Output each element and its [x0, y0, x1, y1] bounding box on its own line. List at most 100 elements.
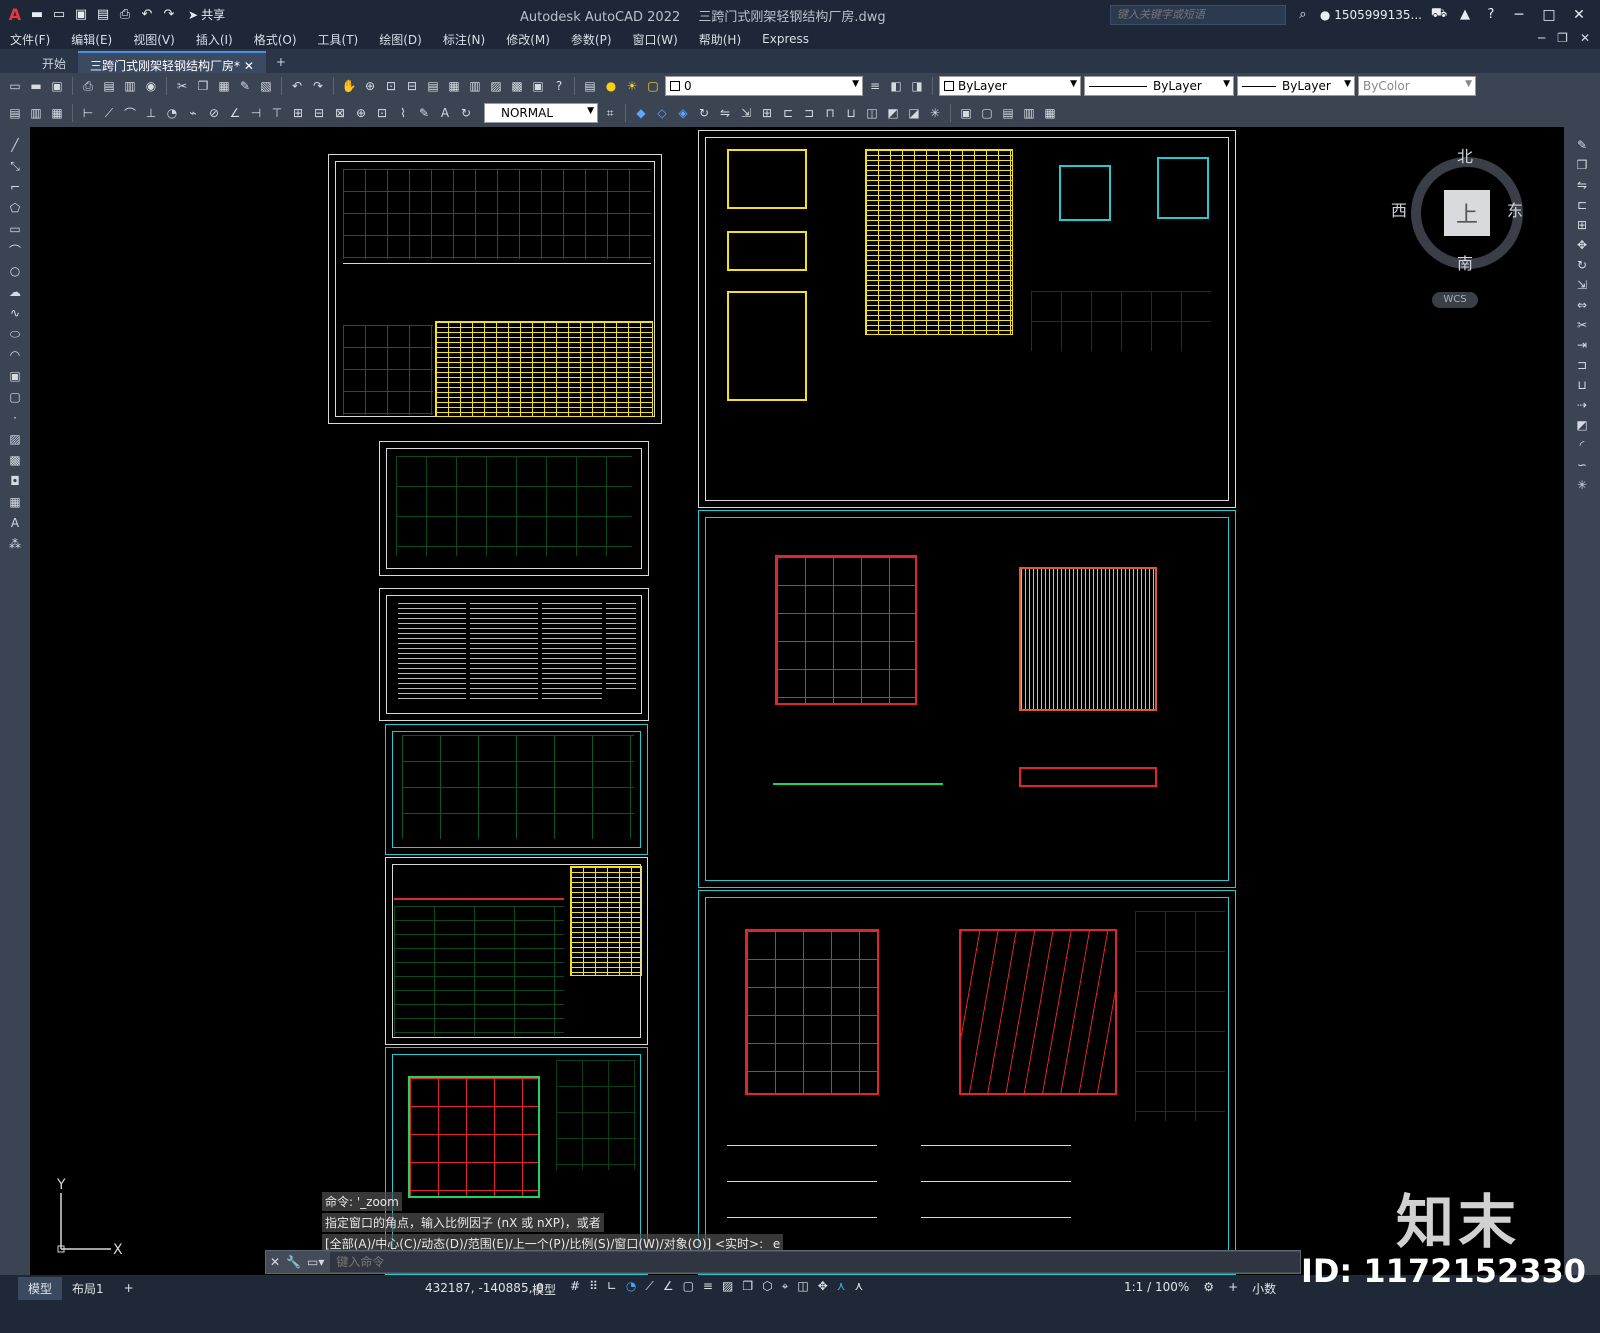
- menu-file[interactable]: 文件(F): [10, 31, 50, 48]
- preview-icon[interactable]: ▤: [100, 77, 118, 95]
- tolerance-icon[interactable]: ⊠: [331, 104, 349, 122]
- offset-icon[interactable]: ⊏: [1573, 197, 1591, 213]
- design-center-icon[interactable]: ▦: [445, 77, 463, 95]
- viewcube-east[interactable]: 东: [1507, 197, 1523, 221]
- modify-extend-icon[interactable]: ⊓: [821, 104, 839, 122]
- revision-cloud-icon[interactable]: ☁: [6, 284, 24, 300]
- construction-line-icon[interactable]: ⤡: [6, 158, 24, 174]
- jogged-linear-icon[interactable]: ⌇: [394, 104, 412, 122]
- search-input[interactable]: [1109, 4, 1286, 25]
- cut-icon[interactable]: ✂: [173, 77, 191, 95]
- baseline-dim-icon[interactable]: ⊤: [268, 104, 286, 122]
- menu-insert[interactable]: 插入(I): [196, 31, 233, 48]
- 3d-osnap-icon[interactable]: ⬡: [762, 1279, 772, 1294]
- plot-icon[interactable]: ⎙: [79, 77, 97, 95]
- new-icon[interactable]: ▬: [28, 6, 46, 24]
- app-menu-icon[interactable]: A: [6, 5, 24, 24]
- blend-curves-icon[interactable]: ∽: [1573, 457, 1591, 473]
- save-icon[interactable]: ▣: [48, 77, 66, 95]
- drawing-sheet[interactable]: [385, 857, 648, 1045]
- help-icon[interactable]: ?: [1482, 6, 1500, 24]
- menu-dimension[interactable]: 标注(N): [443, 31, 485, 48]
- image-icon[interactable]: ▦: [1041, 104, 1059, 122]
- mtext-icon[interactable]: A: [6, 515, 24, 531]
- annotation-scale[interactable]: 1:1 / 100%: [1124, 1280, 1189, 1297]
- selection-cycling-icon[interactable]: ❐: [742, 1279, 753, 1294]
- drawing-sheet[interactable]: [379, 588, 649, 721]
- rectangle-icon[interactable]: ▭: [6, 221, 24, 237]
- new-tab-button[interactable]: +: [266, 51, 296, 73]
- units-select[interactable]: 小数: [1252, 1280, 1276, 1297]
- point-icon[interactable]: ·: [6, 410, 24, 426]
- zoom-realtime-icon[interactable]: ⊕: [361, 77, 379, 95]
- layer-state-icon[interactable]: ◨: [908, 77, 926, 95]
- modify-trim-icon[interactable]: ⊐: [800, 104, 818, 122]
- continue-dim-icon[interactable]: ⊞: [289, 104, 307, 122]
- menu-format[interactable]: 格式(O): [254, 31, 297, 48]
- jogged-dim-icon[interactable]: ⌁: [184, 104, 202, 122]
- angular-dim-icon[interactable]: ∠: [226, 104, 244, 122]
- viewcube[interactable]: 上 北 南 东 西 WCS: [1391, 135, 1537, 315]
- break-at-point-icon[interactable]: ⊐: [1573, 357, 1591, 373]
- insert-block-icon[interactable]: ▣: [6, 368, 24, 384]
- pan-icon[interactable]: ✋: [340, 77, 358, 95]
- copy-icon[interactable]: ❐: [1573, 157, 1591, 173]
- layer-on-icon[interactable]: ●: [602, 77, 620, 95]
- calculator-icon[interactable]: ▣: [529, 77, 547, 95]
- tool-palettes-icon[interactable]: ▥: [466, 77, 484, 95]
- saveas-icon[interactable]: ▤: [94, 6, 112, 24]
- move-icon[interactable]: ✥: [1573, 237, 1591, 253]
- ordinate-dim-icon[interactable]: ⊥: [142, 104, 160, 122]
- viewcube-south[interactable]: 南: [1457, 250, 1473, 274]
- arc-icon[interactable]: ⌒: [6, 242, 24, 258]
- properties-icon[interactable]: ▤: [424, 77, 442, 95]
- modify-join-icon[interactable]: ◫: [863, 104, 881, 122]
- aligned-dim-icon[interactable]: ⟋: [100, 104, 118, 122]
- command-prompt-icon[interactable]: ▭▾: [307, 1255, 324, 1269]
- ellipse-icon[interactable]: ⬭: [6, 326, 24, 342]
- layer-previous-icon[interactable]: ◧: [887, 77, 905, 95]
- modify-rotate-icon[interactable]: ↻: [695, 104, 713, 122]
- break-icon[interactable]: ⊔: [1573, 377, 1591, 393]
- minimize-button[interactable]: ─: [1508, 7, 1530, 23]
- maximize-button[interactable]: □: [1538, 7, 1560, 23]
- autodesk-icon[interactable]: ▲: [1456, 6, 1474, 24]
- chamfer-icon[interactable]: ◩: [1573, 417, 1591, 433]
- modify-mirror-icon[interactable]: ⇋: [716, 104, 734, 122]
- menu-modify[interactable]: 修改(M): [506, 31, 550, 48]
- isodraft-icon[interactable]: ⟋: [645, 1279, 653, 1294]
- cart-icon[interactable]: ⛟: [1430, 6, 1448, 24]
- transparency-icon[interactable]: ▨: [722, 1279, 733, 1294]
- selection-filter-icon[interactable]: ◫: [797, 1279, 808, 1294]
- radius-dim-icon[interactable]: ◔: [163, 104, 181, 122]
- 3d-print-icon[interactable]: ◉: [142, 77, 160, 95]
- gizmo-icon[interactable]: ✥: [818, 1279, 828, 1294]
- dim-edit-icon[interactable]: ✎: [415, 104, 433, 122]
- open-icon[interactable]: ▬: [27, 77, 45, 95]
- user-account[interactable]: ● 1505999135...: [1320, 8, 1422, 22]
- layer-freeze-icon[interactable]: ☀: [623, 77, 641, 95]
- grid-icon[interactable]: #: [570, 1279, 580, 1294]
- dim-text-edit-icon[interactable]: A: [436, 104, 454, 122]
- tab-model[interactable]: 模型: [18, 1276, 63, 1300]
- plotstyle-select[interactable]: ByColor ▼: [1358, 76, 1476, 96]
- model-space-toggle[interactable]: 模型: [532, 1281, 556, 1298]
- drawing-canvas[interactable]: 上 北 南 东 西 WCS Y X: [30, 127, 1564, 1275]
- menu-help[interactable]: 帮助(H): [699, 31, 741, 48]
- snap-icon[interactable]: ⠿: [589, 1279, 598, 1294]
- rotate-icon[interactable]: ↻: [1573, 257, 1591, 273]
- share-button[interactable]: ➤ 共享: [182, 6, 231, 23]
- modify-scale-icon[interactable]: ⇲: [737, 104, 755, 122]
- make-current-layer-icon[interactable]: ≡: [866, 77, 884, 95]
- fillet-icon[interactable]: ◜: [1573, 437, 1591, 453]
- modify-chamfer-icon[interactable]: ◩: [884, 104, 902, 122]
- gradient-icon[interactable]: ▩: [6, 452, 24, 468]
- viewcube-west[interactable]: 西: [1391, 197, 1407, 221]
- drawing-sheet[interactable]: [698, 510, 1236, 888]
- make-block-icon[interactable]: ▢: [978, 104, 996, 122]
- modify-break-icon[interactable]: ⊔: [842, 104, 860, 122]
- drawing-sheet[interactable]: [328, 154, 662, 424]
- drawing-sheet[interactable]: [385, 724, 648, 855]
- modify-stretch-icon[interactable]: ◈: [674, 104, 692, 122]
- modify-move-icon[interactable]: ◆: [632, 104, 650, 122]
